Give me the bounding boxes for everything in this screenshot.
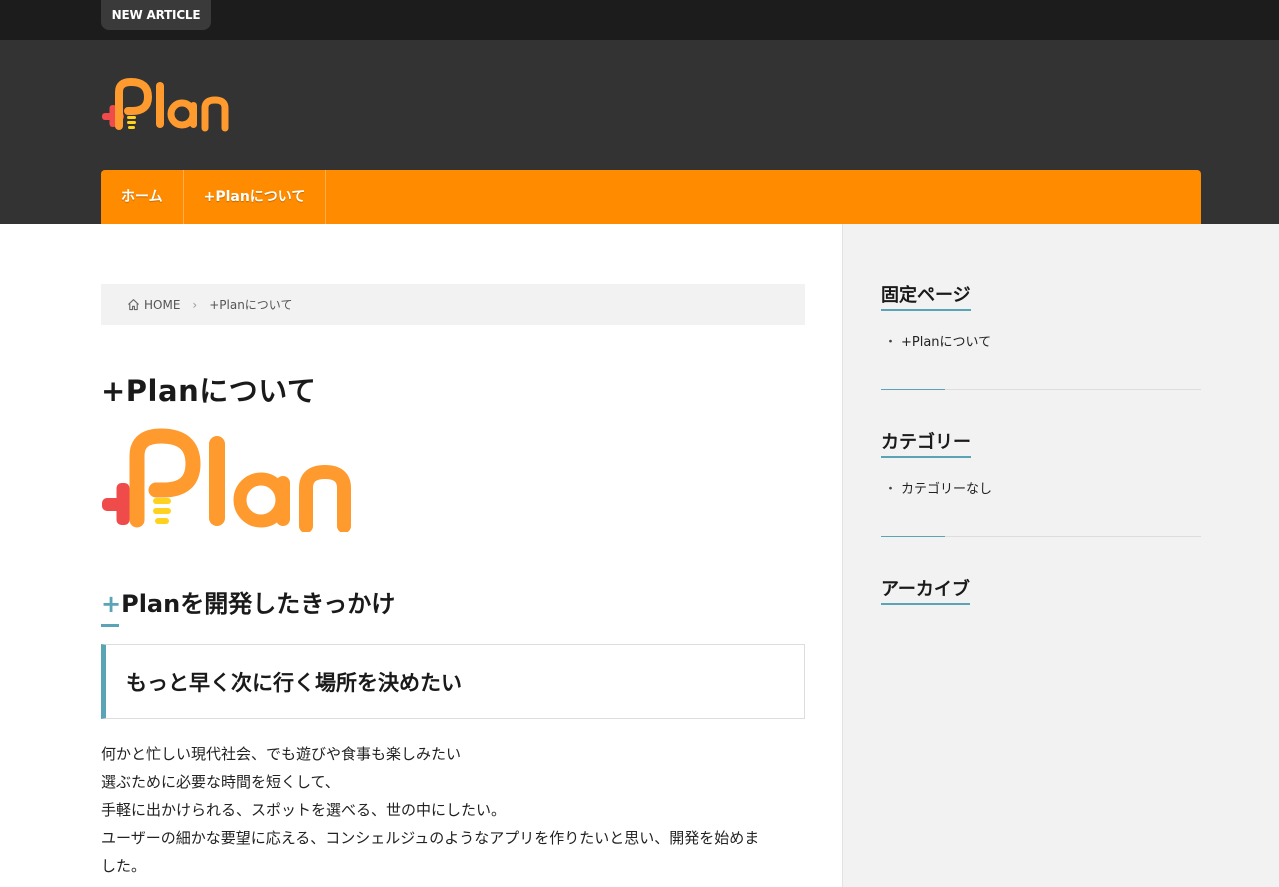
subheading-box: もっと早く次に行く場所を決めたい [101,644,805,719]
nav-item-home[interactable]: ホーム [101,170,184,224]
widget-divider [881,389,1201,390]
nav-item-about[interactable]: +Planについて [184,170,327,224]
global-nav: ホーム +Planについて [101,170,1201,224]
breadcrumb: HOME › +Planについて [101,284,805,325]
breadcrumb-current: +Planについて [209,298,293,312]
sidebar [842,224,1279,887]
paragraph-line: ユーザーの細かな要望に応える、コンシェルジュのようなアプリを作りたいと思い、開発… [101,829,760,847]
breadcrumb-home-link[interactable]: HOME [144,298,180,312]
paragraph-line: 選ぶために必要な時間を短くして、 [101,773,340,791]
page-title: +Planについて [101,374,317,408]
paragraph-line: 手軽に出かけられる、スポットを選べる、世の中にしたい。 [101,801,507,819]
heading-underline [101,624,119,627]
new-article-badge[interactable]: NEW ARTICLE [101,0,211,30]
widget-title-pages: 固定ページ [881,281,971,311]
paragraph-line: した。 [101,857,147,875]
site-logo[interactable] [101,78,231,132]
article-body: 何かと忙しい現代社会、でも遊びや食事も楽しみたい 選ぶために必要な時間を短くして… [101,740,811,880]
subheading: もっと早く次に行く場所を決めたい [126,671,462,695]
top-bar: NEW ARTICLE [0,0,1279,40]
home-icon [128,299,139,311]
paragraph-line: 何かと忙しい現代社会、でも遊びや食事も楽しみたい [101,745,462,763]
widget-item-about[interactable]: ・ +Planについて [881,331,991,350]
section-heading: +Planを開発したきっかけ [101,590,396,618]
widget-item-no-category[interactable]: ・カテゴリーなし [881,478,992,497]
widget-title-archives: アーカイブ [881,575,970,605]
chevron-right-icon: › [192,297,198,312]
plan-logo-image [102,428,351,532]
widget-title-categories: カテゴリー [881,428,971,458]
widget-divider [881,536,1201,537]
